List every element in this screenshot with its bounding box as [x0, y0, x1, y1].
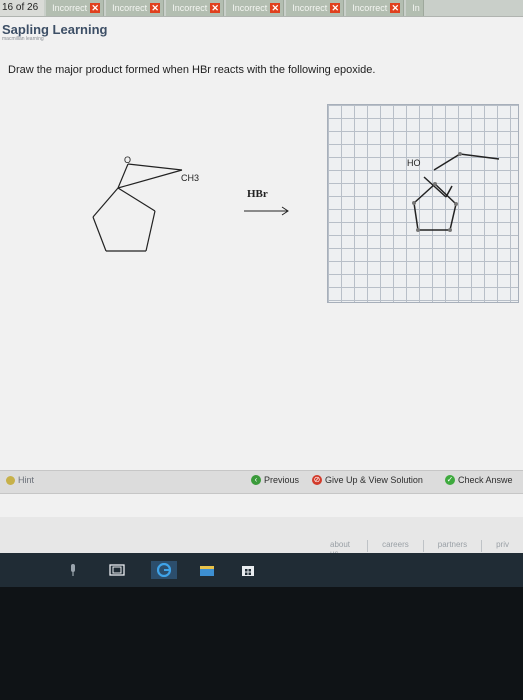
task-view-icon[interactable]: [108, 561, 126, 579]
lightbulb-icon: [6, 475, 15, 485]
footer-link-partners[interactable]: partners: [424, 540, 483, 552]
epoxide-structure: [92, 163, 183, 252]
footer-link-about[interactable]: about us: [316, 540, 369, 558]
microphone-icon[interactable]: [64, 561, 82, 579]
file-explorer-icon[interactable]: [198, 561, 216, 579]
methyl-label: CH3: [181, 173, 199, 183]
check-icon: ✓: [445, 475, 455, 485]
check-answer-button[interactable]: ✓ Check Answe: [445, 475, 513, 485]
give-up-button[interactable]: ⊘ Give Up & View Solution: [312, 475, 423, 485]
reaction-arrow: [244, 206, 289, 216]
taskbar: [0, 553, 523, 587]
desk-background: [0, 587, 523, 700]
drawing-canvas[interactable]: [327, 104, 519, 303]
store-icon[interactable]: [239, 561, 257, 579]
give-up-label: Give Up & View Solution: [325, 475, 423, 485]
back-arrow-icon: ‹: [251, 475, 261, 485]
hint-button[interactable]: Hint: [6, 475, 34, 485]
reagent-label: HBr: [247, 188, 268, 200]
footer-link-privacy[interactable]: priv: [482, 540, 523, 552]
action-bar: Hint ‹ Previous ⊘ Give Up & View Solutio…: [0, 470, 523, 494]
edge-browser-icon[interactable]: [151, 561, 177, 579]
previous-label: Previous: [264, 475, 300, 485]
footer-links: about us careers partners priv: [316, 540, 523, 558]
check-answer-label: Check Answe: [458, 475, 513, 485]
oxygen-label: O: [124, 155, 131, 165]
hint-label: Hint: [18, 475, 35, 485]
footer-link-careers[interactable]: careers: [368, 540, 424, 552]
previous-button[interactable]: ‹ Previous: [251, 475, 299, 485]
give-up-icon: ⊘: [312, 475, 322, 485]
